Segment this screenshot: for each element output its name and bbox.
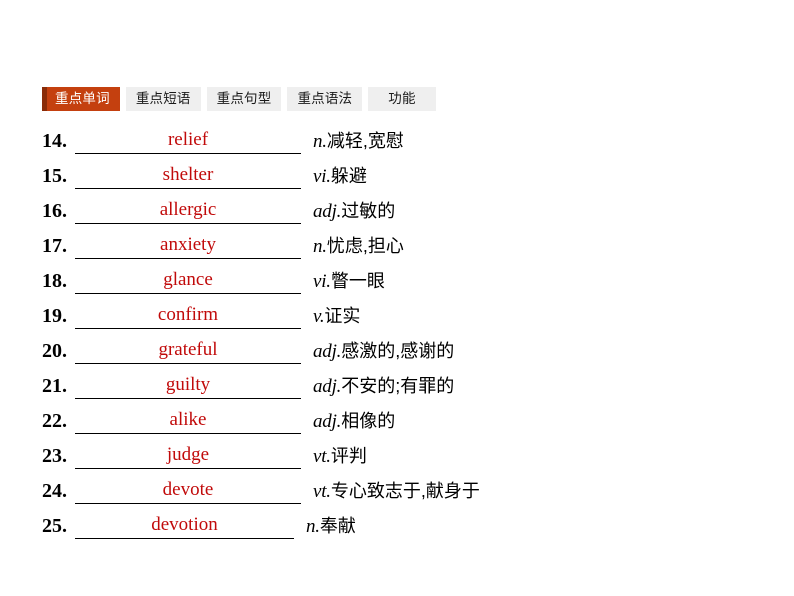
definition: vt. 评判 bbox=[313, 443, 367, 470]
vocabulary-row: 21. guilty adj. 不安的;有罪的 bbox=[42, 373, 752, 408]
vocabulary-row: 20. grateful adj. 感激的,感谢的 bbox=[42, 338, 752, 373]
part-of-speech: v. bbox=[313, 306, 325, 327]
row-number: 25. bbox=[42, 515, 67, 537]
answer-blank[interactable]: relief bbox=[75, 128, 301, 154]
vocabulary-row: 16. allergic adj. 过敏的 bbox=[42, 198, 752, 233]
part-of-speech: adj. bbox=[313, 201, 342, 222]
answer-blank[interactable]: judge bbox=[75, 443, 301, 469]
definition: adj. 相像的 bbox=[313, 408, 395, 435]
answer-word: alike bbox=[169, 408, 207, 430]
answer-word: devotion bbox=[151, 513, 218, 535]
chinese-meaning: 减轻,宽慰 bbox=[326, 131, 404, 151]
vocabulary-row: 15. shelter vi. 躲避 bbox=[42, 163, 752, 198]
answer-word: relief bbox=[167, 128, 209, 150]
vocabulary-list: 14. relief n. 减轻,宽慰 15. shelter vi. 躲避 16. allerg… bbox=[42, 128, 752, 548]
answer-blank[interactable]: alike bbox=[75, 408, 301, 434]
tab-4[interactable]: 重点语法 bbox=[287, 87, 363, 111]
part-of-speech: adj. bbox=[313, 411, 342, 432]
definition: adj. 感激的,感谢的 bbox=[313, 338, 454, 365]
vocabulary-row: 17. anxiety n. 忧虑,担心 bbox=[42, 233, 752, 268]
part-of-speech: n. bbox=[306, 516, 320, 537]
answer-blank[interactable]: allergic bbox=[75, 198, 301, 224]
part-of-speech: vi. bbox=[313, 166, 331, 187]
answer-word: glance bbox=[163, 268, 213, 290]
answer-word: shelter bbox=[162, 163, 214, 185]
definition: n. 忧虑,担心 bbox=[313, 233, 404, 260]
chinese-meaning: 评判 bbox=[330, 446, 367, 466]
answer-word: devote bbox=[162, 478, 214, 500]
part-of-speech: n. bbox=[313, 131, 327, 152]
row-number: 22. bbox=[42, 410, 67, 432]
vocabulary-row: 19. confirm v. 证实 bbox=[42, 303, 752, 338]
answer-word: confirm bbox=[157, 303, 219, 325]
row-number: 23. bbox=[42, 445, 67, 467]
answer-blank[interactable]: devote bbox=[75, 478, 301, 504]
vocabulary-row: 24. devote vt. 专心致志于,献身于 bbox=[42, 478, 752, 513]
part-of-speech: vt. bbox=[313, 446, 331, 467]
answer-word: allergic bbox=[159, 198, 217, 220]
answer-blank[interactable]: glance bbox=[75, 268, 301, 294]
definition: vt. 专心致志于,献身于 bbox=[313, 478, 480, 505]
answer-word: judge bbox=[166, 443, 210, 465]
definition: adj. 过敏的 bbox=[313, 198, 395, 225]
answer-word: anxiety bbox=[160, 233, 216, 255]
definition: adj. 不安的;有罪的 bbox=[313, 373, 454, 400]
tab-5[interactable]: 功能 bbox=[368, 87, 436, 111]
vocabulary-row: 22. alike adj. 相像的 bbox=[42, 408, 752, 443]
answer-blank[interactable]: guilty bbox=[75, 373, 301, 399]
answer-blank[interactable]: confirm bbox=[75, 303, 301, 329]
tab-3[interactable]: 重点句型 bbox=[206, 87, 282, 111]
part-of-speech: vi. bbox=[313, 271, 331, 292]
vocabulary-row: 25. devotion n. 奉献 bbox=[42, 513, 752, 548]
chinese-meaning: 躲避 bbox=[330, 166, 367, 186]
row-number: 14. bbox=[42, 130, 67, 152]
row-number: 24. bbox=[42, 480, 67, 502]
answer-word: grateful bbox=[158, 338, 218, 360]
vocabulary-row: 14. relief n. 减轻,宽慰 bbox=[42, 128, 752, 163]
row-number: 19. bbox=[42, 305, 67, 327]
chinese-meaning: 不安的;有罪的 bbox=[341, 376, 455, 396]
chinese-meaning: 相像的 bbox=[341, 411, 396, 431]
row-number: 18. bbox=[42, 270, 67, 292]
answer-blank[interactable]: grateful bbox=[75, 338, 301, 364]
vocabulary-row: 18. glance vi. 瞥一眼 bbox=[42, 268, 752, 303]
vocabulary-row: 23. judge vt. 评判 bbox=[42, 443, 752, 478]
row-number: 15. bbox=[42, 165, 67, 187]
chinese-meaning: 瞥一眼 bbox=[330, 271, 385, 291]
chinese-meaning: 奉献 bbox=[319, 516, 356, 536]
chinese-meaning: 忧虑,担心 bbox=[326, 236, 404, 256]
chinese-meaning: 感激的,感谢的 bbox=[341, 341, 455, 361]
page-canvas: 重点单词 重点短语 重点句型 重点语法 功能 14. relief n. 减轻,宽慰 15. sh… bbox=[0, 0, 794, 596]
row-number: 20. bbox=[42, 340, 67, 362]
definition: n. 奉献 bbox=[306, 513, 356, 540]
row-number: 16. bbox=[42, 200, 67, 222]
answer-word: guilty bbox=[165, 373, 211, 395]
tab-2[interactable]: 重点短语 bbox=[125, 87, 201, 111]
tab-bar: 重点单词 重点短语 重点句型 重点语法 功能 bbox=[42, 87, 436, 111]
row-number: 21. bbox=[42, 375, 67, 397]
definition: v. 证实 bbox=[313, 303, 360, 330]
part-of-speech: n. bbox=[313, 236, 327, 257]
answer-blank[interactable]: anxiety bbox=[75, 233, 301, 259]
answer-blank[interactable]: devotion bbox=[75, 513, 294, 539]
part-of-speech: adj. bbox=[313, 341, 342, 362]
row-number: 17. bbox=[42, 235, 67, 257]
definition: vi. 躲避 bbox=[313, 163, 367, 190]
definition: vi. 瞥一眼 bbox=[313, 268, 385, 295]
part-of-speech: vt. bbox=[313, 481, 331, 502]
definition: n. 减轻,宽慰 bbox=[313, 128, 404, 155]
chinese-meaning: 证实 bbox=[324, 306, 361, 326]
answer-blank[interactable]: shelter bbox=[75, 163, 301, 189]
chinese-meaning: 专心致志于,献身于 bbox=[330, 481, 480, 501]
part-of-speech: adj. bbox=[313, 376, 342, 397]
chinese-meaning: 过敏的 bbox=[341, 201, 396, 221]
tab-1[interactable]: 重点单词 bbox=[42, 87, 120, 111]
